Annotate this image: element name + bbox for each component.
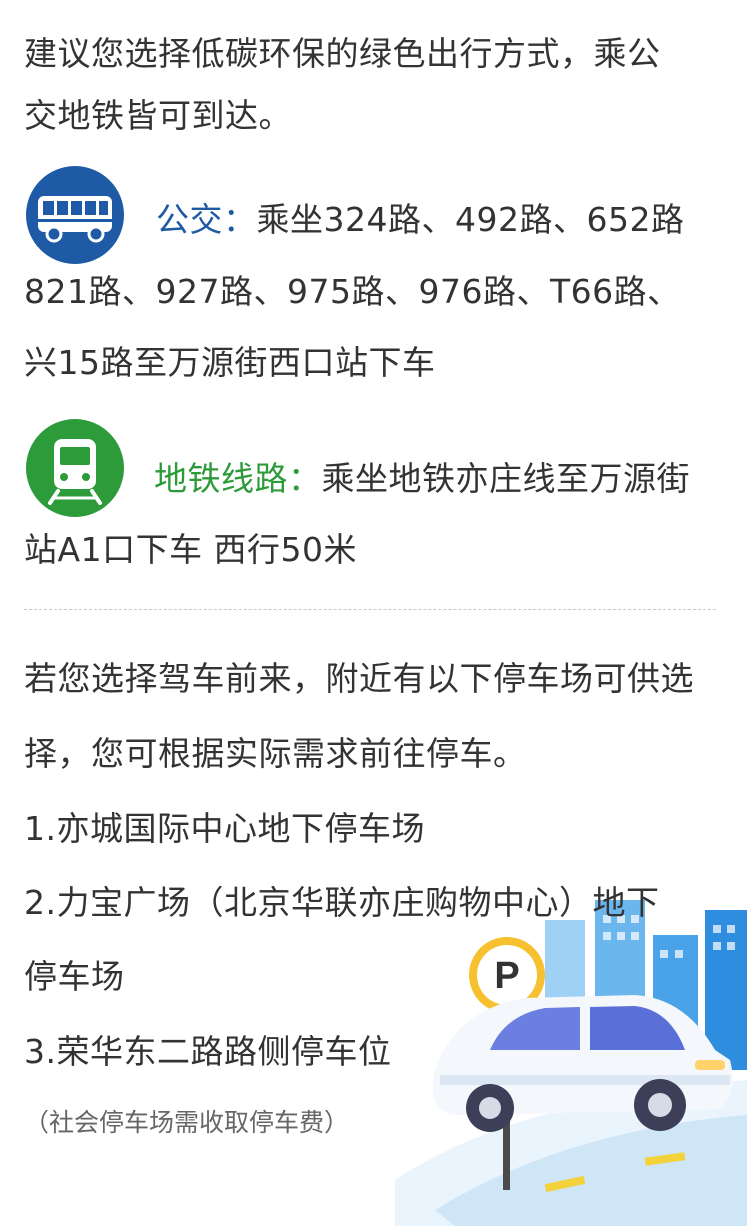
subway-icon xyxy=(26,419,124,517)
bus-route-line-1: 公交：乘坐324路、492路、652路 xyxy=(156,200,684,240)
bus-label: 公交： xyxy=(156,200,257,239)
section-divider xyxy=(24,609,716,610)
parking-sign-letter: P xyxy=(494,955,519,997)
intro-line-2: 交地铁皆可到达。 xyxy=(24,96,292,135)
subway-label: 地铁线路： xyxy=(154,459,322,498)
parking-intro-line-1: 若您选择驾车前来，附近有以下停车场可供选 xyxy=(24,659,694,698)
parking-item-2-line-2: 停车场 xyxy=(24,957,125,996)
parking-intro-line-2: 择，您可根据实际需求前往停车。 xyxy=(24,734,527,773)
subway-route-text: 乘坐地铁亦庄线至万源街 xyxy=(321,459,690,498)
parking-item-3: 3.荣华东二路路侧停车位 xyxy=(24,1032,392,1071)
subway-route-line-2: 站A1口下车 西行50米 xyxy=(24,530,358,569)
parking-illustration: P xyxy=(395,880,747,1230)
bus-route-line-2: 821路、927路、975路、976路、T66路、 xyxy=(24,272,681,311)
subway-route-line-1: 地铁线路：乘坐地铁亦庄线至万源街 xyxy=(154,459,690,499)
parking-item-1: 1.亦城国际中心地下停车场 xyxy=(24,809,425,848)
bus-routes-text: 乘坐324路、492路、652路 xyxy=(256,200,685,239)
bus-route-line-3: 兴15路至万源街西口站下车 xyxy=(24,343,436,382)
parking-item-2-line-1: 2.力宝广场（北京华联亦庄购物中心）地下 xyxy=(24,883,660,922)
bus-icon xyxy=(26,166,124,264)
intro-line-1: 建议您选择低碳环保的绿色出行方式，乘公 xyxy=(24,34,661,73)
parking-fee-note: （社会停车场需收取停车费） xyxy=(24,1108,350,1137)
